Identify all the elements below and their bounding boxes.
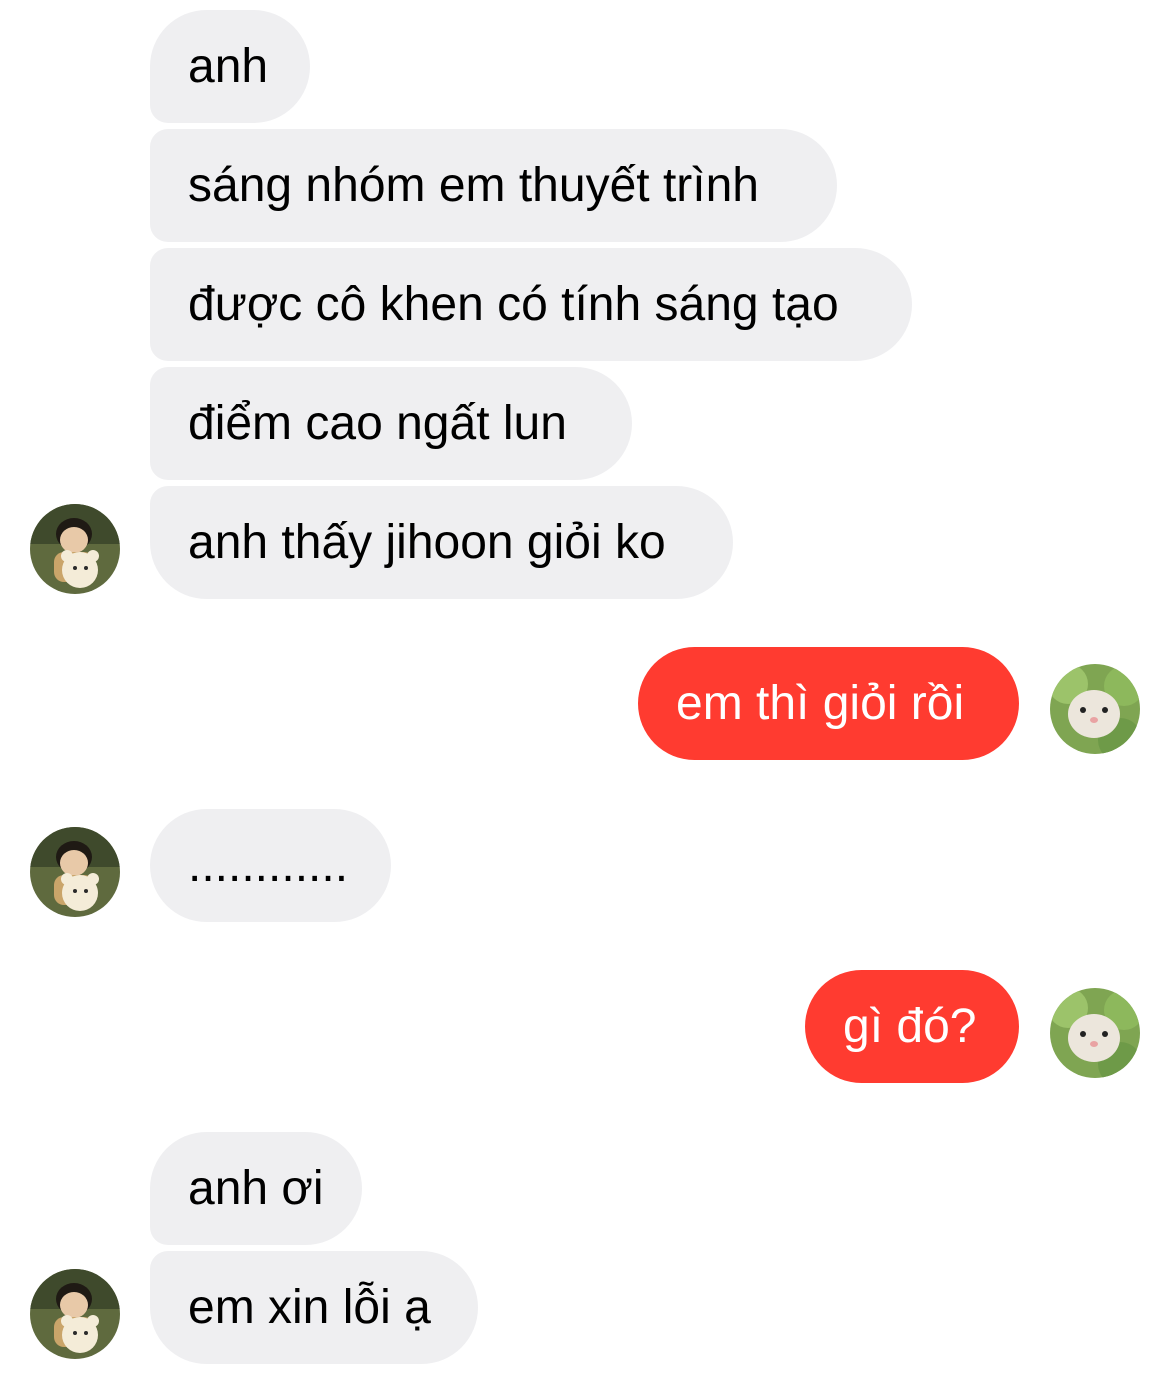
message-bubble-incoming[interactable]: điểm cao ngất lun bbox=[150, 367, 632, 480]
boy-with-teddy-bear-icon bbox=[30, 1269, 120, 1359]
message-text: ............ bbox=[188, 838, 349, 892]
message-text: anh bbox=[188, 39, 269, 93]
message-text: gì đó? bbox=[843, 999, 977, 1053]
message-bubble-outgoing[interactable]: gì đó? bbox=[805, 970, 1019, 1083]
message-text: sáng nhóm em thuyết trình bbox=[188, 158, 759, 212]
message-text: anh thấy jihoon giỏi ko bbox=[188, 515, 666, 569]
hamster-icon bbox=[1050, 988, 1140, 1078]
message-text: em thì giỏi rồi bbox=[676, 676, 965, 730]
contact-avatar[interactable] bbox=[30, 504, 120, 594]
self-avatar[interactable] bbox=[1050, 664, 1140, 754]
hamster-icon bbox=[1050, 664, 1140, 754]
message-text: anh ơi bbox=[188, 1161, 324, 1215]
message-bubble-incoming[interactable]: anh bbox=[150, 10, 310, 123]
message-bubble-incoming[interactable]: anh thấy jihoon giỏi ko bbox=[150, 486, 733, 599]
self-avatar[interactable] bbox=[1050, 988, 1140, 1078]
boy-with-teddy-bear-icon bbox=[30, 827, 120, 917]
message-text: được cô khen có tính sáng tạo bbox=[188, 277, 839, 331]
message-bubble-incoming[interactable]: em xin lỗi ạ bbox=[150, 1251, 478, 1364]
message-bubble-incoming[interactable]: sáng nhóm em thuyết trình bbox=[150, 129, 837, 242]
contact-avatar[interactable] bbox=[30, 1269, 120, 1359]
contact-avatar[interactable] bbox=[30, 827, 120, 917]
message-text: điểm cao ngất lun bbox=[188, 396, 567, 450]
message-bubble-outgoing[interactable]: em thì giỏi rồi bbox=[638, 647, 1019, 760]
boy-with-teddy-bear-icon bbox=[30, 504, 120, 594]
message-bubble-incoming[interactable]: được cô khen có tính sáng tạo bbox=[150, 248, 912, 361]
message-bubble-incoming[interactable]: anh ơi bbox=[150, 1132, 362, 1245]
message-bubble-incoming[interactable]: ............ bbox=[150, 809, 391, 922]
message-text: em xin lỗi ạ bbox=[188, 1280, 431, 1334]
